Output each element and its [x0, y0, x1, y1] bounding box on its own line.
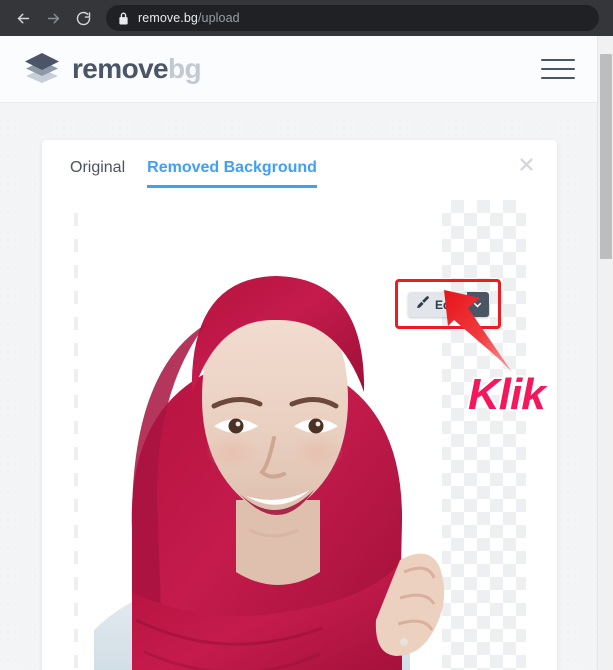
page-background: removebg Original Removed Background Kli…	[0, 36, 597, 670]
brand-secondary: bg	[168, 53, 202, 84]
image-canvas[interactable]	[74, 200, 526, 670]
url-text: remove.bg/upload	[138, 11, 240, 25]
address-bar[interactable]: remove.bg/upload	[106, 5, 599, 31]
site-header: removebg	[0, 36, 597, 103]
annotation-text: Klik	[466, 370, 548, 419]
hamburger-menu-icon[interactable]	[541, 56, 575, 82]
card-header: Original Removed Background	[42, 140, 557, 200]
url-path: /upload	[197, 11, 240, 25]
url-domain: remove.bg	[138, 11, 198, 25]
vertical-scroll-thumb[interactable]	[600, 54, 612, 259]
tab-removed-background[interactable]: Removed Background	[147, 158, 317, 188]
forward-arrow-icon	[45, 10, 62, 27]
reload-icon	[75, 10, 92, 27]
tab-original[interactable]: Original	[70, 158, 125, 185]
back-arrow-icon	[15, 10, 32, 27]
cutout-image	[78, 200, 445, 670]
reload-button[interactable]	[70, 5, 96, 31]
page-viewport: removebg Original Removed Background Kli…	[0, 36, 613, 670]
close-button[interactable]	[515, 156, 537, 178]
stacked-layers-icon	[22, 52, 62, 86]
site-logo[interactable]: removebg	[22, 52, 202, 86]
lock-icon	[118, 12, 129, 25]
back-button[interactable]	[10, 5, 36, 31]
browser-toolbar: remove.bg/upload	[0, 0, 613, 36]
forward-button[interactable]	[40, 5, 66, 31]
close-x-icon	[518, 156, 535, 178]
paint-brush-icon	[416, 295, 430, 314]
brand-wordmark: removebg	[72, 53, 202, 84]
brand-primary: remove	[72, 53, 169, 84]
vertical-scrollbar[interactable]	[597, 36, 613, 670]
